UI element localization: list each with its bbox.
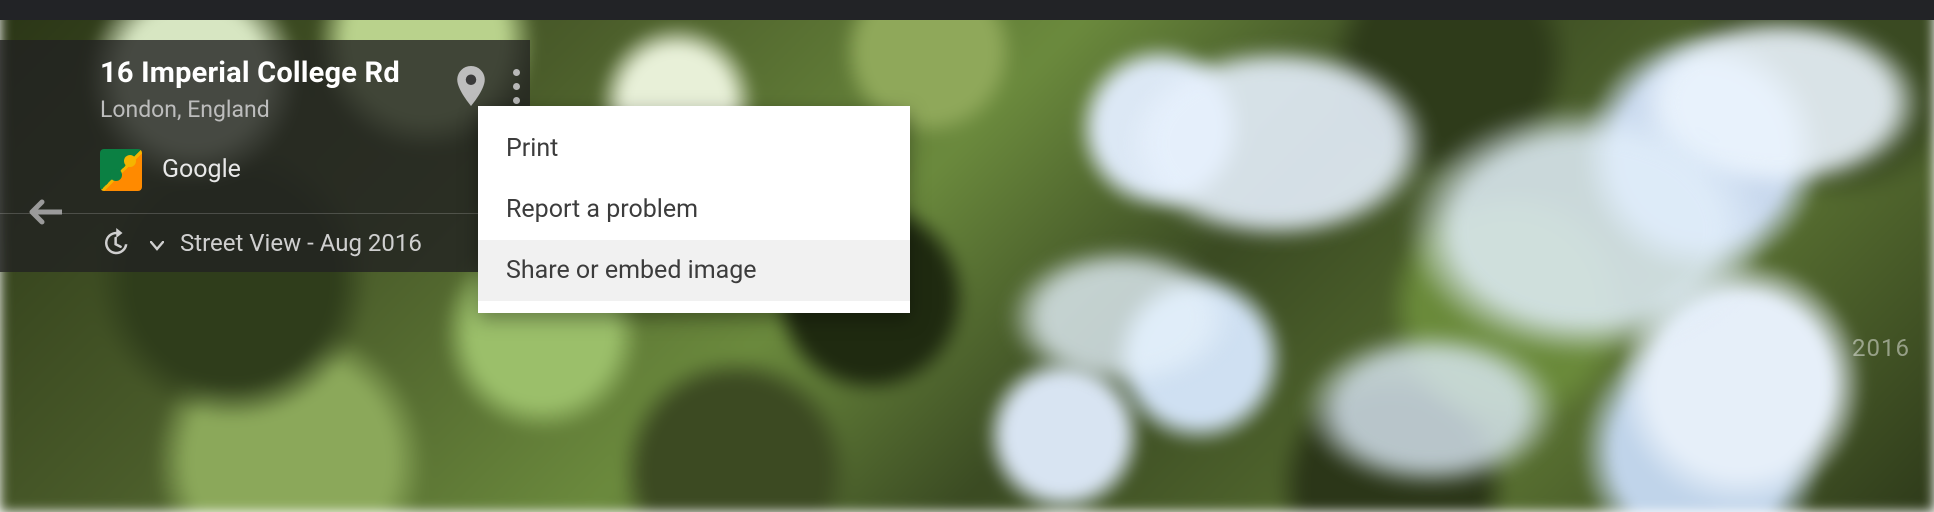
window-topbar (0, 0, 1934, 20)
imagery-year-watermark: 2016 (1852, 334, 1910, 362)
timeline-control[interactable]: Street View - Aug 2016 (0, 214, 530, 258)
streetview-source-icon (100, 149, 142, 191)
location-card: 16 Imperial College Rd London, England G… (0, 40, 530, 272)
kebab-dot-icon (513, 97, 520, 104)
save-location-button[interactable] (454, 64, 488, 108)
more-options-menu: PrintReport a problemShare or embed imag… (478, 106, 910, 313)
chevron-down-icon (150, 229, 164, 257)
more-options-button[interactable] (506, 65, 526, 108)
arrow-left-icon (22, 198, 62, 226)
menu-item-print[interactable]: Print (478, 118, 910, 179)
kebab-dot-icon (513, 83, 520, 90)
history-icon (100, 228, 130, 258)
back-button[interactable] (18, 188, 66, 236)
streetview-source-name[interactable]: Google (162, 155, 241, 184)
kebab-dot-icon (513, 69, 520, 76)
location-region: London, England (100, 96, 442, 123)
menu-item-report-a-problem[interactable]: Report a problem (478, 179, 910, 240)
map-pin-icon (456, 66, 486, 106)
timeline-label: Street View - Aug 2016 (180, 229, 422, 257)
location-address[interactable]: 16 Imperial College Rd (100, 58, 442, 90)
menu-item-share-or-embed-image[interactable]: Share or embed image (478, 240, 910, 301)
